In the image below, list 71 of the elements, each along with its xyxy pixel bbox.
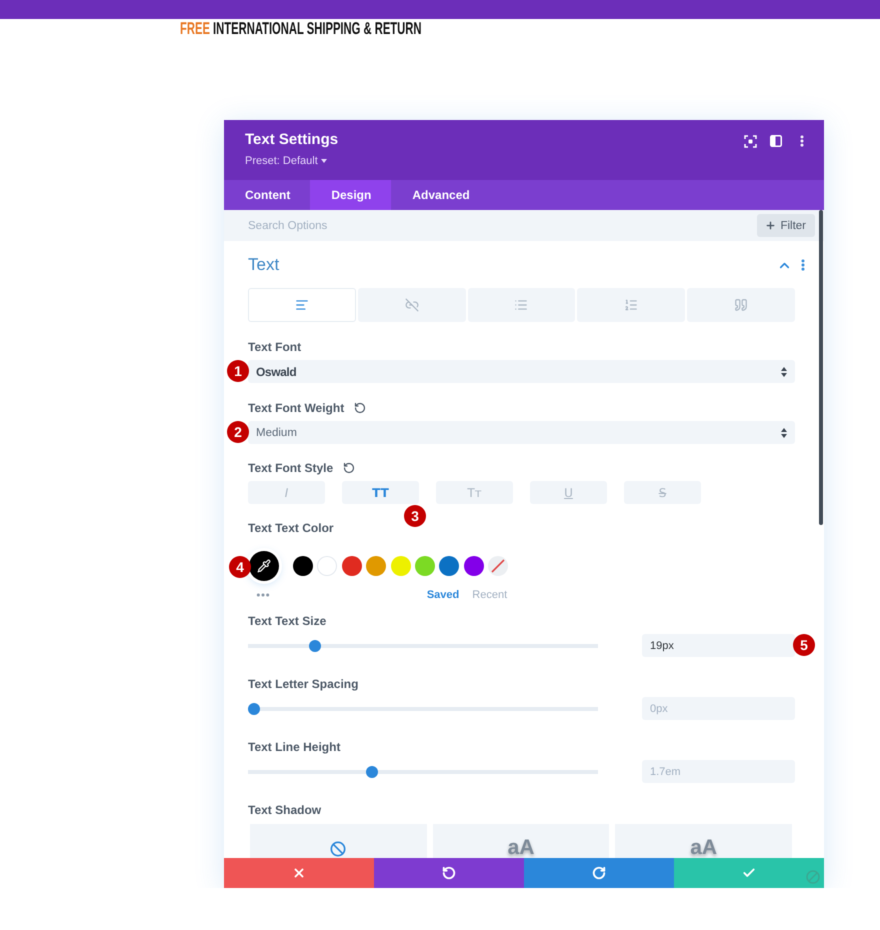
font-style-button[interactable]: I xyxy=(248,481,325,504)
quote-icon xyxy=(734,298,748,312)
step-number-badge: 4 xyxy=(229,556,251,578)
numbered-list-icon xyxy=(624,298,638,312)
palette-tab[interactable]: Saved xyxy=(426,588,460,602)
step-number-badge: 2 xyxy=(227,421,249,443)
slider-thumb[interactable] xyxy=(366,766,378,778)
weight-select[interactable]: Medium xyxy=(248,421,795,444)
no-color-swatch-icon[interactable] xyxy=(488,556,508,576)
redo-icon xyxy=(592,866,606,880)
panel-tab[interactable]: Advanced xyxy=(391,180,490,210)
undo-icon xyxy=(442,866,456,880)
color-swatch[interactable] xyxy=(342,556,362,576)
up-down-arrows-icon xyxy=(781,428,787,438)
slider-thumb[interactable] xyxy=(308,640,321,652)
color-swatch[interactable] xyxy=(366,556,386,576)
panel-tab[interactable]: Design xyxy=(310,180,392,210)
font-select[interactable]: Oswald xyxy=(248,360,795,383)
plus-icon xyxy=(765,220,776,231)
reset-icon[interactable] xyxy=(354,402,366,414)
focus-frame-icon[interactable] xyxy=(744,134,757,148)
list-icon xyxy=(514,298,528,312)
close-icon xyxy=(292,866,306,880)
up-down-arrows-icon xyxy=(781,366,787,376)
color-swatch[interactable] xyxy=(317,556,338,576)
unlink-icon xyxy=(404,298,419,312)
font-style-button[interactable]: S xyxy=(624,481,701,504)
field-label: Text Font Weight xyxy=(248,400,344,416)
value-input[interactable]: 19px xyxy=(642,634,795,657)
eyedropper-icon xyxy=(257,559,271,573)
color-swatch[interactable] xyxy=(390,556,411,576)
field-label: Text Text Size xyxy=(248,613,326,629)
color-swatch[interactable] xyxy=(293,556,313,576)
font-style-button[interactable]: Tᴛ xyxy=(436,481,513,504)
panel-tab[interactable]: Content xyxy=(224,180,310,210)
field-label: Text Line Height xyxy=(248,739,340,755)
search-input[interactable]: Search Options xyxy=(248,210,744,241)
reset-icon[interactable] xyxy=(343,462,356,474)
palette-tab[interactable]: Recent xyxy=(472,588,508,602)
caret-icon xyxy=(320,158,327,162)
shadow-preset-tile[interactable] xyxy=(250,824,427,858)
shadow-preset-tile[interactable]: aA xyxy=(615,824,792,858)
field-label: Text Text Color xyxy=(248,520,334,536)
color-swatch[interactable] xyxy=(414,556,435,576)
shipping-banner-text: FREE INTERNATIONAL SHIPPING & RETURN xyxy=(180,19,422,39)
step-number-badge: 1 xyxy=(227,360,249,382)
corner-handle-icon[interactable] xyxy=(806,870,820,884)
font-style-button[interactable]: TT xyxy=(342,481,419,504)
color-swatch[interactable] xyxy=(439,556,460,576)
scrollbar-thumb[interactable] xyxy=(819,210,823,525)
color-picker-button[interactable] xyxy=(249,551,279,581)
step-number-badge: 5 xyxy=(793,634,815,656)
field-label: Text Letter Spacing xyxy=(248,676,358,692)
step-number-badge: 3 xyxy=(404,505,426,527)
section-title: Text xyxy=(248,255,280,275)
font-style-button[interactable]: U xyxy=(530,481,607,504)
slider-thumb[interactable] xyxy=(248,702,260,714)
align-left-icon xyxy=(294,298,309,312)
preset-dropdown[interactable]: Preset: Default xyxy=(245,154,338,168)
field-label: Text Font Style xyxy=(248,460,334,476)
filter-button[interactable]: Filter xyxy=(757,214,815,237)
value-input[interactable]: 1.7em xyxy=(642,760,795,783)
panel-title: Text Settings xyxy=(245,130,338,148)
field-label: Text Shadow xyxy=(248,802,322,818)
shadow-preset-tile[interactable]: aA xyxy=(432,824,610,858)
sidebar-layout-icon[interactable] xyxy=(770,135,782,147)
color-swatch[interactable] xyxy=(464,556,484,576)
check-icon xyxy=(742,866,756,880)
no-shadow-icon xyxy=(330,841,346,857)
value-input[interactable]: 0px xyxy=(642,697,795,720)
field-label: Text Font xyxy=(248,339,302,355)
